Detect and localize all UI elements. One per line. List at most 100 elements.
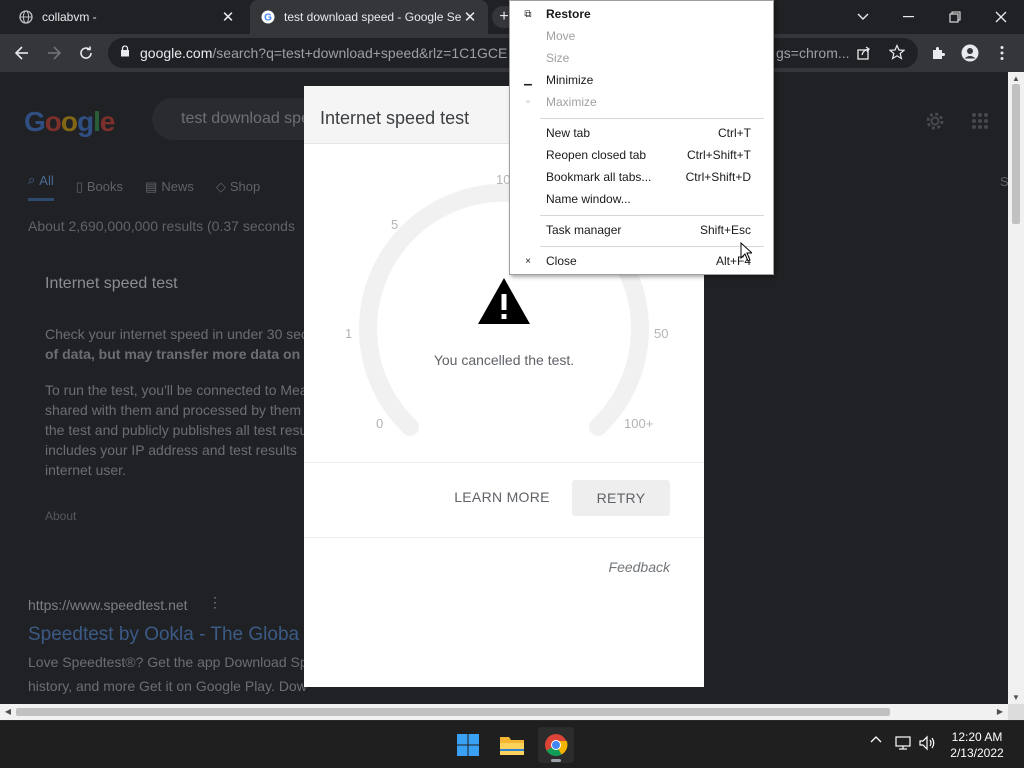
warning-triangle-icon [476, 276, 532, 331]
apps-grid-icon[interactable] [971, 112, 989, 135]
horizontal-scrollbar[interactable]: ◀ ▶ [0, 704, 1008, 720]
feedback-link[interactable]: Feedback [609, 559, 670, 575]
scroll-down-arrow-icon[interactable]: ▼ [1008, 693, 1024, 702]
close-icon: × [525, 255, 531, 267]
url-tail-text: gs=chrom... [776, 45, 850, 61]
retry-button[interactable]: RETRY [572, 480, 670, 516]
chrome-icon[interactable] [538, 727, 574, 763]
google-logo[interactable]: Google [24, 106, 115, 138]
menu-separator [540, 246, 764, 247]
system-clock[interactable]: 12:20 AM 2/13/2022 [940, 729, 1014, 761]
tab-title: test download speed - Google Se [284, 10, 462, 24]
scrollbar-corner [1008, 704, 1024, 720]
profile-avatar-icon[interactable] [956, 39, 984, 67]
learn-more-button[interactable]: LEARN MORE [450, 480, 554, 514]
volume-icon[interactable] [918, 735, 938, 751]
lock-icon [120, 44, 130, 62]
horizontal-scroll-thumb[interactable] [16, 708, 890, 716]
tab-shopping[interactable]: ◇ Shop [216, 172, 260, 201]
close-window-button[interactable] [978, 0, 1024, 34]
network-icon[interactable] [894, 735, 914, 751]
clock-time: 12:20 AM [951, 730, 1003, 744]
window-context-menu: ⧉ Restore Move Size ▁ Minimize ▫ Maximiz… [509, 0, 774, 275]
menu-item-task-manager[interactable]: Task manager Shift+Esc [510, 219, 773, 241]
search-icon: ⌕ [28, 172, 36, 187]
tab-search-icon[interactable] [840, 0, 886, 34]
scroll-left-arrow-icon[interactable]: ◀ [0, 704, 16, 720]
card-para1-line1: Check your internet speed in under 30 se… [45, 326, 309, 342]
gauge-label-50: 50 [654, 326, 669, 341]
gauge-label-100: 100+ [624, 416, 654, 431]
extensions-puzzle-icon[interactable] [924, 39, 952, 67]
scroll-right-arrow-icon[interactable]: ▶ [992, 704, 1008, 720]
minimize-icon: ▁ [524, 74, 532, 86]
minimize-window-button[interactable] [886, 0, 932, 34]
clock-date: 2/13/2022 [950, 746, 1004, 760]
dialog-divider [304, 537, 704, 538]
running-indicator [551, 759, 561, 762]
tab-collabvm[interactable]: collabvm - ✕ [8, 0, 246, 34]
gauge-label-1: 1 [345, 326, 353, 341]
mouse-cursor-icon [740, 241, 754, 267]
windows-start-icon[interactable] [450, 727, 486, 763]
card-para2-line4: includes your IP address and test result… [45, 442, 297, 458]
results-count: About 2,690,000,000 results (0.37 second… [28, 218, 295, 234]
tab-google-search[interactable]: G test download speed - Google Se ✕ [250, 0, 488, 34]
bookmark-star-icon[interactable] [888, 44, 906, 65]
card-para2-line1: To run the test, you'll be connected to … [45, 382, 308, 398]
maximize-icon: ▫ [526, 96, 530, 108]
restore-icon: ⧉ [524, 8, 532, 20]
gauge-label-0: 0 [376, 416, 384, 431]
taskbar: 12:20 AM 2/13/2022 [0, 720, 1024, 768]
gauge-label-5: 5 [391, 217, 399, 232]
close-tab-icon[interactable]: ✕ [220, 8, 236, 26]
google-g-icon: G [260, 9, 276, 25]
back-button[interactable] [8, 39, 36, 67]
tab-all[interactable]: ⌕ All [28, 172, 54, 201]
restore-window-button[interactable] [932, 0, 978, 34]
tag-icon: ◇ [215, 178, 226, 194]
file-explorer-icon[interactable] [494, 727, 530, 763]
globe-icon [18, 9, 34, 25]
result-url: https://www.speedtest.net [28, 597, 188, 613]
tab-news[interactable]: ▤ News [145, 172, 194, 201]
tab-books[interactable]: ▯ Books [76, 172, 123, 201]
news-icon: ▤ [145, 178, 158, 194]
vertical-scroll-thumb[interactable] [1012, 84, 1020, 224]
menu-item-close[interactable]: × Close Alt+F4 [510, 250, 773, 272]
card-para2-line5: internet user. [45, 462, 126, 478]
share-icon[interactable] [856, 45, 872, 66]
result-title-link[interactable]: Speedtest by Ookla - The Globa [28, 624, 299, 646]
settings-gear-icon[interactable] [924, 110, 946, 137]
menu-separator [540, 215, 764, 216]
close-tab-icon[interactable]: ✕ [462, 8, 478, 26]
cancelled-message: You cancelled the test. [433, 352, 575, 368]
menu-separator [540, 118, 764, 119]
menu-item-reopen-closed-tab[interactable]: Reopen closed tab Ctrl+Shift+T [510, 144, 773, 166]
dialog-divider [304, 462, 704, 463]
about-link[interactable]: About [45, 506, 345, 526]
book-icon: ▯ [75, 178, 83, 194]
speedtest-card-title: Internet speed test [45, 275, 178, 292]
result-more-icon[interactable]: ⋮ [208, 594, 222, 611]
svg-text:G: G [264, 13, 272, 24]
menu-item-minimize[interactable]: ▁ Minimize [510, 69, 773, 91]
search-query-text: test download spe [181, 110, 310, 127]
result-snippet-line1: Love Speedtest®? Get the app Download Sp [28, 654, 308, 670]
card-para1-line2: of data, but may transfer more data on f… [45, 346, 325, 362]
scroll-up-arrow-icon[interactable]: ▲ [1008, 74, 1024, 83]
tray-overflow-chevron-icon[interactable] [866, 735, 886, 743]
menu-item-new-tab[interactable]: New tab Ctrl+T [510, 122, 773, 144]
vertical-scrollbar[interactable]: ▲ ▼ [1008, 72, 1024, 704]
forward-button[interactable] [40, 39, 68, 67]
menu-item-restore[interactable]: ⧉ Restore [510, 3, 773, 25]
search-tabs: ⌕ All ▯ Books ▤ News ◇ Shop [28, 172, 260, 201]
reload-button[interactable] [72, 39, 100, 67]
menu-item-size: Size [546, 51, 570, 65]
menu-item-bookmark-all-tabs[interactable]: Bookmark all tabs... Ctrl+Shift+D [510, 166, 773, 188]
right-edge-text: S [1000, 174, 1008, 189]
menu-item-name-window[interactable]: Name window... [510, 188, 773, 210]
menu-item-move: Move [546, 29, 576, 43]
chrome-menu-icon[interactable] [988, 39, 1016, 67]
card-para2-line2: shared with them and processed by them [45, 402, 302, 418]
